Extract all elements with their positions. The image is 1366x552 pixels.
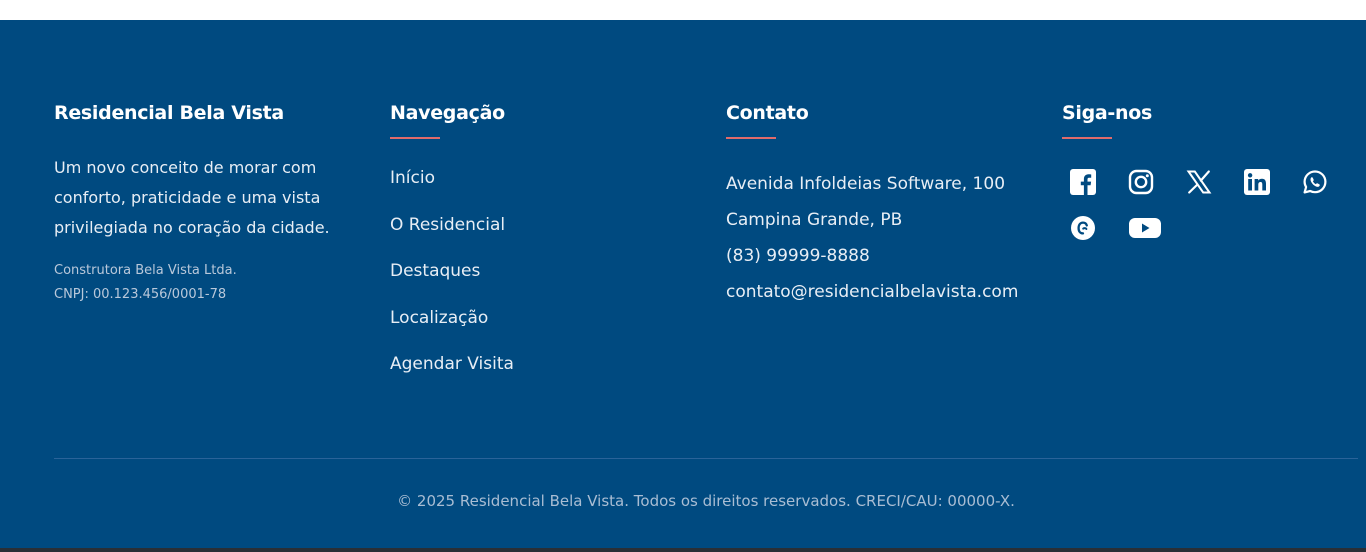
navigation-title-underline [390,137,440,139]
nav-item-destaques: Destaques [390,259,690,283]
nav-item-localizacao: Localização [390,306,690,330]
brand-description: Um novo conceito de morar com conforto, … [54,158,330,237]
nav-link-destaques[interactable]: Destaques [390,261,480,281]
nav-link-agendar-visita[interactable]: Agendar Visita [390,354,514,374]
linkedin-icon [1244,169,1270,195]
bottom-edge [0,548,1366,552]
navigation-column: Navegação Início O Residencial Destaques… [390,100,690,399]
nav-link-inicio[interactable]: Início [390,168,435,188]
x-icon [1186,170,1212,194]
social-title-underline [1062,137,1112,139]
contact-title: Contato [726,102,809,124]
whatsapp-icon [1303,170,1327,194]
brand-column: Residencial Bela Vista Um novo conceito … [54,100,344,307]
contact-address-line2: Campina Grande, PB [726,210,903,230]
youtube-icon [1129,218,1161,238]
footer-nav-list: Início O Residencial Destaques Localizaç… [390,166,690,376]
copyright-text: © 2025 Residencial Bela Vista. Todos os … [397,492,1015,510]
youtube-link[interactable] [1120,212,1178,244]
threads-link[interactable] [1062,212,1120,244]
contact-phone: (83) 99999-8888 [726,246,870,266]
contact-info: Avenida Infoldeias Software, 100 Campina… [726,166,1019,310]
site-footer: Residencial Bela Vista Um novo conceito … [0,20,1366,548]
threads-icon [1071,216,1095,240]
top-page-strip [0,0,1366,20]
whatsapp-link[interactable] [1294,166,1352,198]
brand-title: Residencial Bela Vista [54,102,284,124]
instagram-icon [1128,169,1154,195]
contact-email: contato@residencialbelavista.com [726,282,1019,302]
company-name: Construtora Bela Vista Ltda. [54,263,237,278]
contact-column: Contato Avenida Infoldeias Software, 100… [726,100,1046,310]
navigation-title: Navegação [390,102,505,124]
nav-item-agendar-visita: Agendar Visita [390,352,690,376]
contact-title-underline [726,137,776,139]
contact-address-line1: Avenida Infoldeias Software, 100 [726,174,1006,194]
facebook-link[interactable] [1062,166,1120,198]
footer-divider [54,458,1358,459]
company-legal-info: Construtora Bela Vista Ltda. CNPJ: 00.12… [54,259,344,307]
company-cnpj: CNPJ: 00.123.456/0001-78 [54,287,227,302]
x-link[interactable] [1178,166,1236,198]
nav-link-residencial[interactable]: O Residencial [390,215,505,235]
social-icons [1062,166,1352,244]
nav-item-residencial: O Residencial [390,213,690,237]
instagram-link[interactable] [1120,166,1178,198]
linkedin-link[interactable] [1236,166,1294,198]
social-column: Siga-nos [1062,100,1352,244]
social-title: Siga-nos [1062,102,1152,124]
nav-item-inicio: Início [390,166,690,190]
facebook-icon [1070,169,1096,195]
nav-link-localizacao[interactable]: Localização [390,308,488,328]
